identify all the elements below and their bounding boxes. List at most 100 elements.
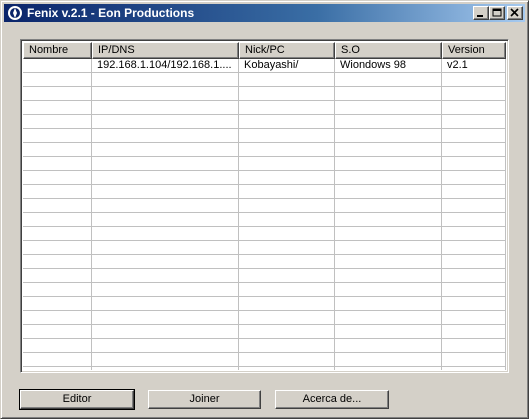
empty-cell [23, 87, 92, 101]
empty-cell [92, 311, 239, 325]
column-header-ip-dns[interactable]: IP/DNS [92, 42, 239, 59]
table-row[interactable]: 192.168.1.104/192.168.1.... Kobayashi/ W… [23, 59, 506, 73]
empty-cell [239, 143, 335, 157]
empty-cell [335, 269, 442, 283]
column-header-so[interactable]: S.O [335, 42, 442, 59]
empty-cell [23, 255, 92, 269]
empty-cell [335, 171, 442, 185]
empty-cell [92, 171, 239, 185]
empty-cell [92, 227, 239, 241]
empty-cell [23, 157, 92, 171]
app-logo-icon [7, 5, 23, 21]
empty-row[interactable] [23, 269, 506, 283]
empty-cell [335, 115, 442, 129]
empty-cell [23, 101, 92, 115]
empty-cell [23, 269, 92, 283]
empty-row[interactable] [23, 199, 506, 213]
connections-list[interactable]: Nombre IP/DNS Nick/PC S.O Version 192.16… [20, 39, 509, 373]
empty-row[interactable] [23, 73, 506, 87]
empty-cell [92, 157, 239, 171]
empty-cell [442, 129, 506, 143]
empty-row[interactable] [23, 255, 506, 269]
empty-cell [335, 339, 442, 353]
title-bar[interactable]: Fenix v.2.1 - Eon Productions [4, 4, 525, 22]
empty-row[interactable] [23, 227, 506, 241]
empty-cell [335, 241, 442, 255]
cell-nombre [23, 59, 92, 73]
empty-cell [442, 213, 506, 227]
empty-row[interactable] [23, 297, 506, 311]
empty-cell [442, 241, 506, 255]
empty-cell [239, 213, 335, 227]
empty-cell [442, 227, 506, 241]
empty-cell [92, 199, 239, 213]
empty-cell [442, 157, 506, 171]
empty-cell [239, 283, 335, 297]
empty-cell [442, 199, 506, 213]
empty-row[interactable] [23, 283, 506, 297]
empty-cell [23, 199, 92, 213]
empty-cell [239, 297, 335, 311]
empty-cell [92, 185, 239, 199]
empty-row[interactable] [23, 339, 506, 353]
empty-row[interactable] [23, 143, 506, 157]
empty-cell [92, 353, 239, 367]
empty-row[interactable] [23, 157, 506, 171]
minimize-button[interactable] [473, 6, 489, 20]
empty-cell [442, 353, 506, 367]
empty-row[interactable] [23, 87, 506, 101]
empty-cell [239, 73, 335, 87]
empty-row[interactable] [23, 171, 506, 185]
empty-cell [442, 311, 506, 325]
empty-cell [92, 339, 239, 353]
empty-cell [442, 101, 506, 115]
empty-cell [442, 297, 506, 311]
empty-row[interactable] [23, 241, 506, 255]
empty-cell [442, 171, 506, 185]
empty-cell [23, 241, 92, 255]
empty-cell [239, 199, 335, 213]
maximize-button[interactable] [489, 6, 505, 20]
empty-cell [442, 143, 506, 157]
empty-cell [239, 227, 335, 241]
cell-ip-dns: 192.168.1.104/192.168.1.... [92, 59, 239, 73]
joiner-button[interactable]: Joiner [148, 390, 261, 409]
empty-cell [335, 101, 442, 115]
empty-row[interactable] [23, 101, 506, 115]
empty-cell [335, 185, 442, 199]
empty-cell [335, 227, 442, 241]
close-icon [510, 8, 519, 17]
empty-row[interactable] [23, 325, 506, 339]
acerca-de-button[interactable]: Acerca de... [275, 390, 389, 409]
empty-cell [92, 297, 239, 311]
empty-row[interactable] [23, 115, 506, 129]
empty-cell [23, 283, 92, 297]
empty-row[interactable] [23, 311, 506, 325]
empty-cell [92, 367, 239, 370]
empty-cell [239, 171, 335, 185]
empty-row[interactable] [23, 367, 506, 370]
empty-cell [442, 283, 506, 297]
empty-row[interactable] [23, 353, 506, 367]
close-button[interactable] [507, 6, 523, 20]
empty-cell [239, 115, 335, 129]
empty-cell [335, 199, 442, 213]
empty-cell [92, 115, 239, 129]
column-header-version[interactable]: Version [442, 42, 506, 59]
empty-row[interactable] [23, 185, 506, 199]
empty-cell [23, 129, 92, 143]
empty-row[interactable] [23, 213, 506, 227]
empty-cell [23, 339, 92, 353]
empty-cell [23, 325, 92, 339]
empty-cell [239, 255, 335, 269]
empty-cell [335, 213, 442, 227]
empty-cell [92, 101, 239, 115]
empty-cell [23, 115, 92, 129]
empty-cell [335, 283, 442, 297]
column-header-nick-pc[interactable]: Nick/PC [239, 42, 335, 59]
cell-version: v2.1 [442, 59, 506, 73]
editor-button[interactable]: Editor [19, 389, 135, 410]
column-header-nombre[interactable]: Nombre [23, 42, 92, 59]
empty-row[interactable] [23, 129, 506, 143]
empty-cell [335, 353, 442, 367]
